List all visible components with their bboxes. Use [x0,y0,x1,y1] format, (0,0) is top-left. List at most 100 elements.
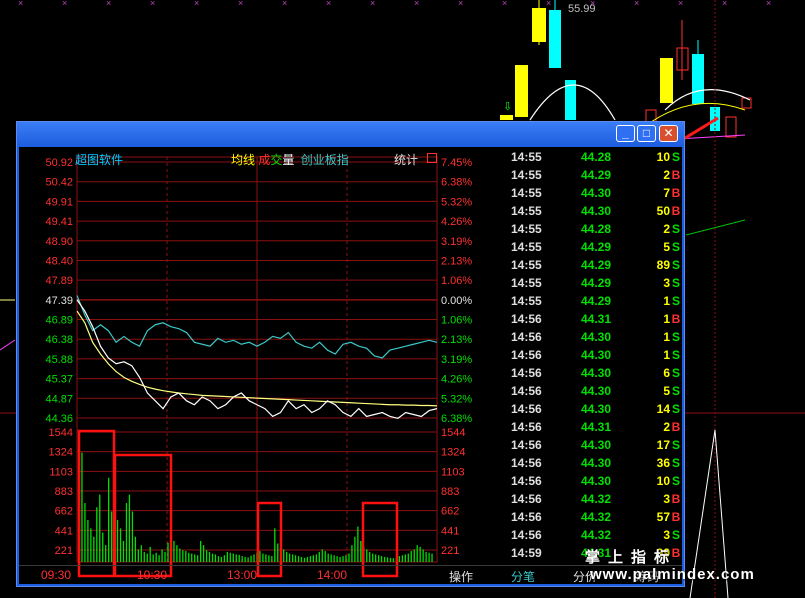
pct-tick-label: 6.38% [441,413,472,425]
tick-volume: 2 [663,222,670,236]
tick-row: 14:55 44.28 2 S [509,222,682,240]
tick-price: 44.32 [581,492,612,506]
tick-direction: S [671,402,680,416]
tick-volume: 17 [656,438,670,452]
tick-price: 44.31 [581,420,612,434]
tick-direction: S [671,528,680,542]
stats-button[interactable]: 统计 [394,151,418,168]
tick-row: 14:56 44.32 3 S [509,528,682,546]
tick-volume: 50 [656,204,670,218]
tick-direction: S [671,366,680,380]
tick-time: 14:55 [511,258,542,272]
watermark-cn: 掌上指标 [585,549,678,566]
tick-price: 44.29 [581,294,612,308]
pct-tick-label: 1.06% [441,315,472,327]
tick-direction: S [671,474,680,488]
close-button[interactable]: ✕ [659,125,678,142]
tick-volume: 57 [656,510,670,524]
pct-tick-label: 7.45% [441,157,472,169]
intraday-chart: 50.92 7.45% 50.42 6.38% 49.91 5.32% 49.41 4.26%… [45,156,472,578]
volume-tick-label-right: 662 [441,506,459,518]
watermark-url: www.palmindex.com [590,566,755,583]
tick-row: 14:55 44.29 1 S [509,294,682,312]
tick-row: 14:56 44.30 1 S [509,348,682,366]
price-tick-label: 50.42 [45,177,73,189]
tick-time: 14:59 [511,546,542,560]
tick-time: 14:56 [511,420,542,434]
price-tick-label: 49.41 [45,216,73,228]
tick-direction: B [671,312,681,326]
tick-time: 14:56 [511,348,542,362]
tick-row: 14:56 44.30 1 S [509,330,682,348]
tick-row: 14:56 44.30 6 S [509,366,682,384]
tick-volume: 1 [663,348,670,362]
tick-price: 44.30 [581,366,612,380]
time-axis-label: 09:30 [41,568,72,582]
legend-cheng: 成 [258,153,271,167]
price-tick-label: 47.89 [45,275,73,287]
tick-volume: 3 [663,276,670,290]
price-tick-label: 45.37 [45,374,73,386]
tick-volume: 1 [663,294,670,308]
maximize-button[interactable]: □ [637,125,656,142]
price-tick-label: 45.88 [45,354,73,366]
tick-time: 14:56 [511,456,542,470]
pct-tick-label: 3.19% [441,236,472,248]
tick-time: 14:56 [511,366,542,380]
tick-row: 14:56 44.30 5 S [509,384,682,402]
pct-tick-label: 4.26% [441,216,472,228]
tick-price: 44.28 [581,150,612,164]
volume-tick-label-right: 221 [441,545,459,557]
stock-name: 超图软件 [75,153,124,167]
tick-price: 44.30 [581,474,612,488]
tick-direction: S [671,222,680,236]
minimize-button[interactable]: _ [616,125,635,142]
tick-direction: S [671,150,680,164]
price-tick-label: 46.89 [45,315,73,327]
tick-row: 14:55 44.30 50 B [509,204,682,222]
tick-price: 44.29 [581,240,612,254]
legend-jiao: 交 [270,153,283,167]
tick-row: 14:56 44.32 3 B [509,492,682,510]
tick-direction: S [671,330,680,344]
tick-time: 14:55 [511,168,542,182]
pct-tick-label: 4.26% [441,374,472,386]
tick-direction: S [671,438,680,452]
tick-price: 44.29 [581,276,612,290]
tab-caozuo[interactable]: 操作 [449,568,473,585]
tick-time: 14:56 [511,510,542,524]
tab-fenbi[interactable]: 分笔 [511,568,535,585]
tick-direction: S [671,294,680,308]
tick-price: 44.28 [581,222,612,236]
tick-volume: 5 [663,240,670,254]
tick-list: 14:55 44.28 10 S 14:55 44.29 2 B 14:55 44.30 7 B 14:… [509,147,682,561]
price-tick-label: 47.39 [45,295,73,307]
volume-tick-label: 883 [55,486,73,498]
tick-direction: B [671,492,681,506]
tick-row: 14:55 44.30 7 B [509,186,682,204]
tick-volume: 89 [656,258,670,272]
volume-tick-label-right: 1103 [441,466,465,478]
tick-time: 14:55 [511,276,542,290]
tick-time: 14:55 [511,294,542,308]
tick-price: 44.29 [581,168,612,182]
legend-index: 创业板指 [300,153,349,167]
tick-time: 14:56 [511,528,542,542]
tick-direction: B [671,204,681,218]
time-axis-label: 14:00 [317,568,348,582]
price-tick-label: 44.87 [45,393,73,405]
intraday-popup-window[interactable]: _ □ ✕ 50.92 7.45% 50.42 6.38% 49.91 5.32% 49.4… [16,121,685,587]
tick-direction: B [671,510,681,524]
tick-volume: 3 [663,492,670,506]
price-tick-label: 49.91 [45,196,73,208]
window-titlebar[interactable]: _ □ ✕ [17,122,684,145]
tick-price: 44.32 [581,510,612,524]
tick-row: 14:55 44.29 5 S [509,240,682,258]
tick-row: 14:55 44.29 2 B [509,168,682,186]
tick-direction: S [671,384,680,398]
tick-direction: S [671,456,680,470]
tick-volume: 6 [663,366,670,380]
volume-tick-label: 1103 [49,466,73,478]
expand-toggle-icon[interactable] [427,153,437,163]
tick-time: 14:55 [511,240,542,254]
